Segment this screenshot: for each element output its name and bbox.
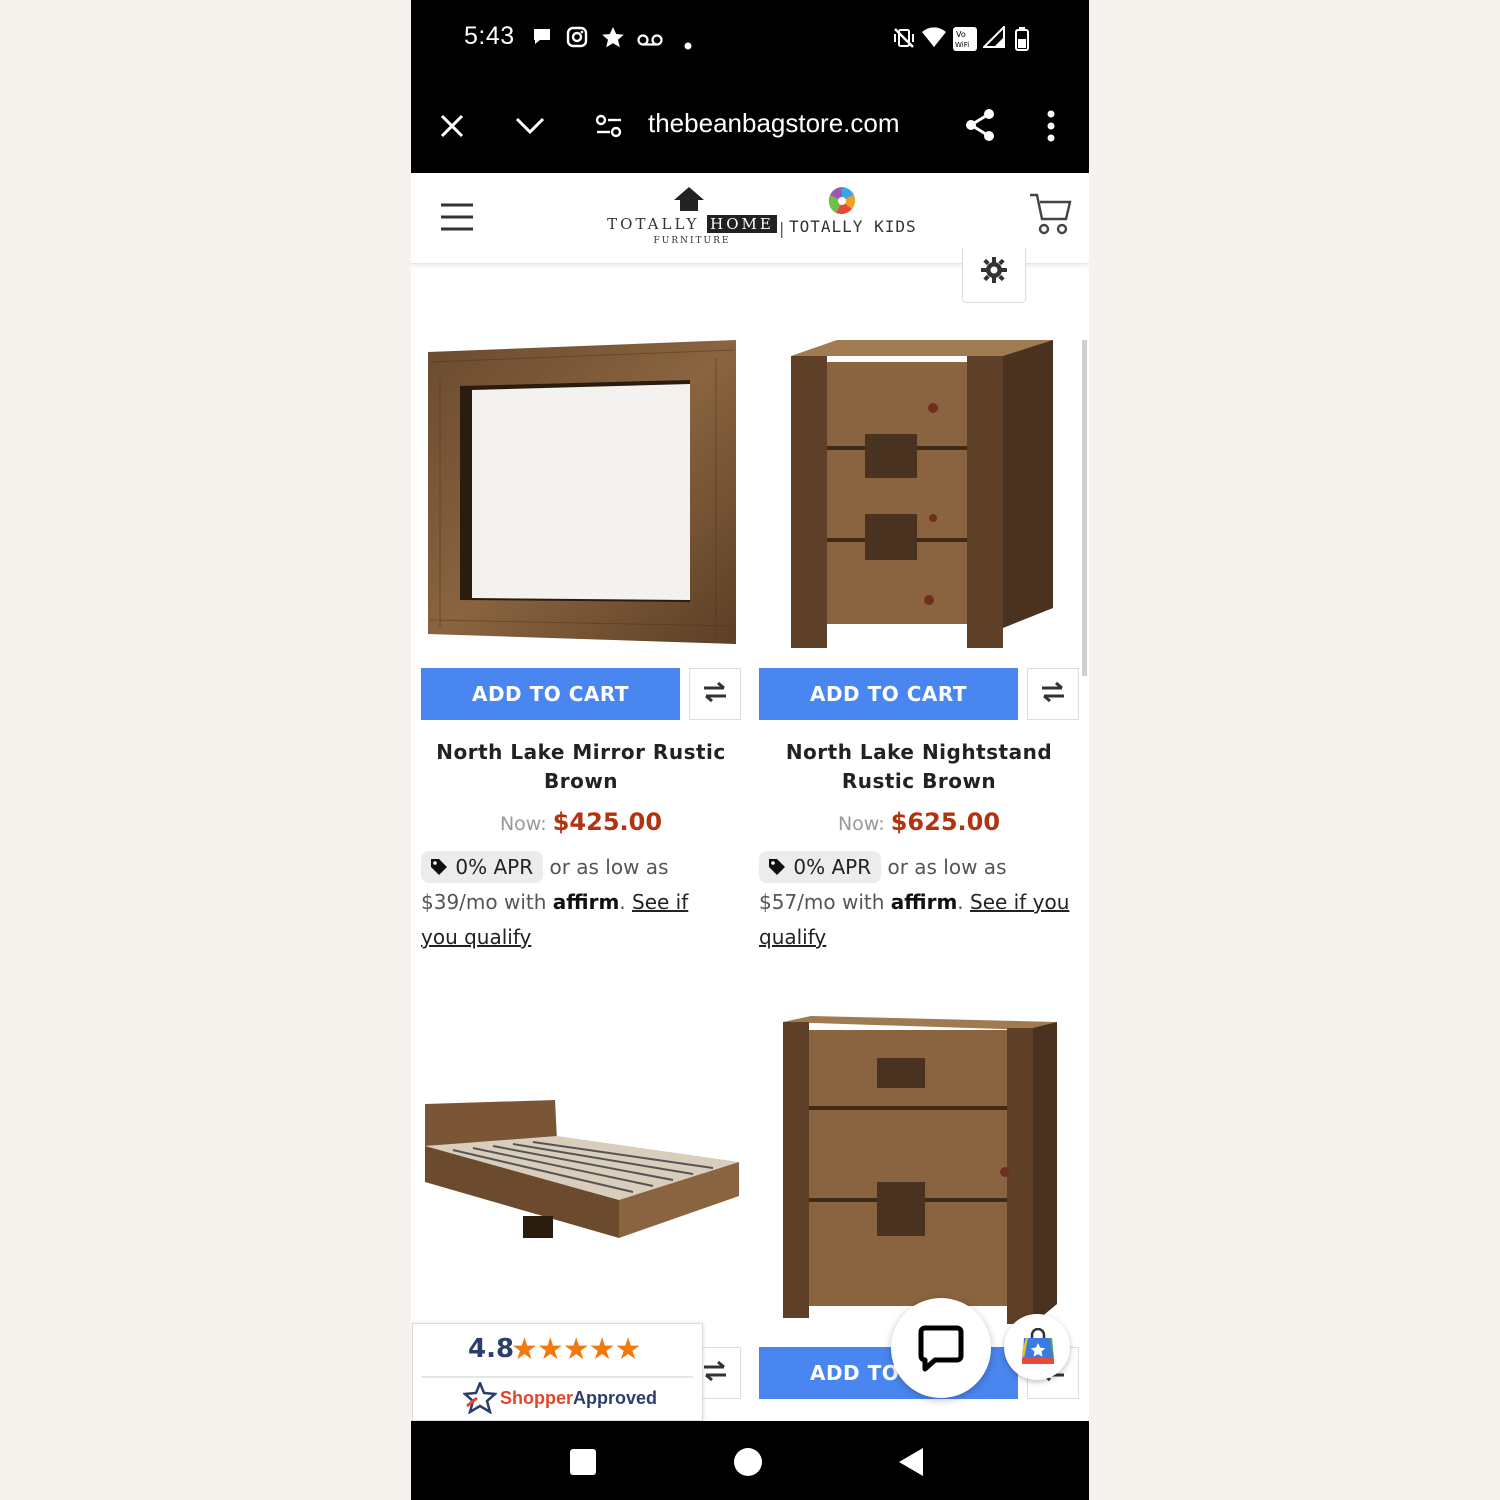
logo-word-furniture: FURNITURE [653,236,731,246]
price-amount: $425.00 [552,808,663,836]
cart-icon[interactable] [1028,191,1072,241]
svg-text:Vo: Vo [956,30,966,39]
product-name[interactable]: North Lake Nightstand Rustic Brown [759,738,1079,796]
status-bar: 5:43 Vo WiFi [411,0,1089,80]
settings-gear-button[interactable] [962,248,1026,303]
price-prefix: Now: [837,813,885,835]
product-image-mirror[interactable] [426,338,738,648]
voicemail-icon [637,32,663,51]
chevron-down-icon[interactable] [514,116,546,140]
logo-separator: | [779,219,785,238]
close-icon[interactable] [439,113,465,143]
apr-badge: 0% APR [421,851,544,883]
share-icon[interactable] [964,108,996,146]
product-price: Now: $425.00 [421,808,741,836]
android-nav-bar [411,1421,1089,1500]
product-image-platform-bed[interactable] [423,1096,741,1246]
brand-approved: Approved [573,1388,658,1408]
kids-pinwheel-icon [826,185,858,221]
product-image-nightstand[interactable] [783,338,1063,652]
monthly-payment: $57/mo with [759,890,885,914]
chat-bubble-icon [531,26,553,52]
price-amount: $625.00 [890,808,1001,836]
totally-home-logo[interactable]: TOTALLY HOME FURNITURE [607,185,777,246]
shopping-bag-button[interactable] [1004,1314,1070,1380]
low-as-text: or as low as [887,855,1007,879]
wifi-icon [921,26,947,52]
tag-icon [769,859,785,875]
divider [421,1376,693,1378]
signal-icon [981,24,1005,52]
home-icon[interactable] [733,1447,763,1481]
scrollbar[interactable] [1082,340,1087,676]
battery-icon [1015,27,1029,55]
chat-icon [917,1324,965,1376]
tag-icon [431,859,447,875]
rating-stars: ★★★★★ [511,1332,641,1367]
monthly-payment: $39/mo with [421,890,547,914]
gear-icon [981,257,1007,287]
browser-toolbar: thebeanbagstore.com [411,80,1089,173]
vowifi-icon: Vo WiFi [953,27,977,55]
affirm-logo: affirm [890,890,958,914]
svg-text:WiFi: WiFi [955,41,969,49]
price-prefix: Now: [499,813,547,835]
affirm-financing: 0% APR or as low as $57/mo with affirm. … [759,850,1079,955]
shopper-approved-star-icon [461,1379,499,1418]
back-icon[interactable] [897,1447,925,1481]
product-price: Now: $625.00 [759,808,1079,836]
compare-arrows-icon [1040,681,1066,707]
compare-arrows-icon [702,1360,728,1386]
logo-word-home: HOME [707,215,777,233]
affirm-logo: affirm [552,890,620,914]
affirm-financing: 0% APR or as low as $39/mo with affirm. … [421,850,721,955]
phone-screen: 5:43 Vo WiFi thebeanbagstore.com TOTALLY… [411,0,1089,1500]
product-image-chest[interactable] [781,1014,1061,1330]
rating-value: 4.8 [468,1334,515,1364]
url-display[interactable]: thebeanbagstore.com [648,108,900,139]
hamburger-menu-icon[interactable] [440,203,474,235]
add-to-cart-button[interactable]: ADD TO CART [759,668,1018,720]
totally-kids-logo[interactable]: TOTALLY KIDS [789,217,917,236]
shopper-approved-logo: ShopperApproved [500,1388,657,1409]
logo-word-totally: TOTALLY [607,215,700,233]
shopping-bag-icon [1020,1327,1056,1370]
live-chat-button[interactable] [891,1298,991,1398]
more-options-icon[interactable] [1046,110,1056,146]
mute-vibrate-icon [892,26,916,54]
recents-icon[interactable] [570,1449,596,1479]
apr-label: 0% APR [455,855,534,879]
brand-shopper: Shopper [500,1388,574,1408]
star-icon [601,26,625,54]
add-to-cart-button[interactable]: ADD TO CART [421,668,680,720]
status-time: 5:43 [464,22,515,50]
low-as-text: or as low as [549,855,669,879]
shopper-approved-badge[interactable]: 4.8 ★★★★★ ShopperApproved [412,1323,703,1421]
apr-label: 0% APR [793,855,872,879]
compare-arrows-icon [702,681,728,707]
dot-icon [684,35,692,54]
product-name[interactable]: North Lake Mirror Rustic Brown [421,738,741,796]
instagram-icon [566,26,588,52]
compare-button[interactable] [1027,668,1079,720]
compare-button[interactable] [689,668,741,720]
site-settings-icon[interactable] [595,114,623,142]
apr-badge: 0% APR [759,851,882,883]
